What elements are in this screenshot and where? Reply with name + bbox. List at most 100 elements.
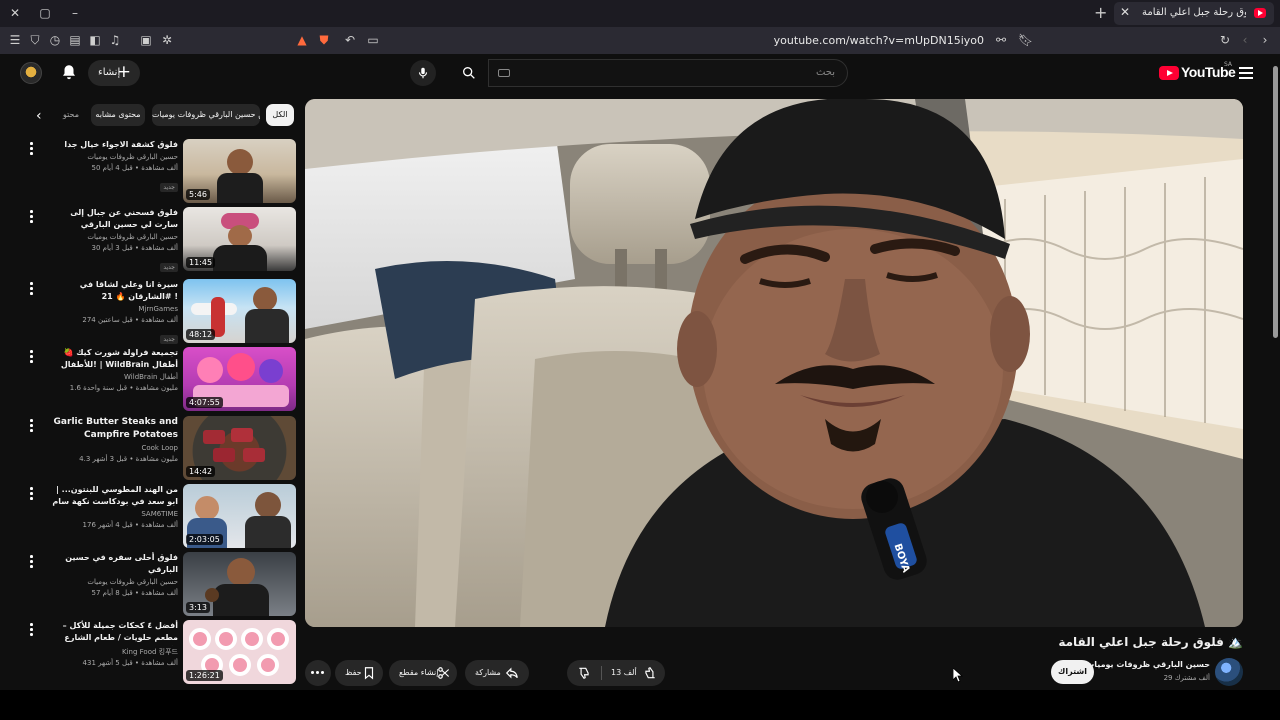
more-options-icon[interactable] bbox=[28, 419, 34, 432]
recommendation-item[interactable]: فلوق فسحني عن جبال إلى سارت لي حسين البا… bbox=[18, 207, 296, 272]
guide-menu-icon[interactable] bbox=[1239, 67, 1253, 79]
recommendation-title[interactable]: فلوق فسحني عن جبال إلى سارت لي حسين البا… bbox=[48, 207, 178, 231]
chip-similar[interactable]: محتوى مشابه bbox=[91, 104, 145, 126]
chip-partial[interactable]: محتو bbox=[60, 104, 82, 126]
browser-tab-active[interactable]: ✕ فلوق رحلة جبل اعلي القامة bbox=[1114, 2, 1274, 25]
recommendation-item[interactable]: 🍓 تجميعة فراولة شورت كيك للأطفال! | Wild… bbox=[18, 347, 296, 411]
address-bar[interactable]: ▲ ⛊ ↶ ▭ youtube.com/watch?v=mUpDN15iyo0 … bbox=[286, 30, 1038, 51]
window-close-icon[interactable]: ✕ bbox=[6, 4, 24, 22]
video-actions: 13 ألف مشاركة إنشاء مقطع حفظ bbox=[305, 660, 665, 686]
duration-badge: 5:46 bbox=[186, 189, 210, 200]
recommendation-title[interactable]: Garlic Butter Steaks and Campfire Potato… bbox=[48, 416, 178, 442]
back-icon[interactable]: ‹ bbox=[1238, 33, 1252, 47]
recommendation-channel[interactable]: SAM6TIME bbox=[48, 509, 178, 520]
recommendation-title[interactable]: أفضل ٤ كحكات جميلة للأكل – مطعم حلويات /… bbox=[48, 620, 178, 646]
extensions-icon[interactable]: ✲ bbox=[160, 33, 174, 47]
duration-badge: 14:42 bbox=[186, 466, 216, 477]
more-actions-button[interactable] bbox=[305, 660, 331, 686]
recommendation-channel[interactable]: Cook Loop bbox=[48, 443, 178, 454]
recommendation-thumbnail[interactable]: 2:03:05 bbox=[183, 484, 296, 548]
thumbs-up-icon bbox=[645, 667, 655, 679]
recommendation-channel[interactable]: King Food 킹푸드 bbox=[48, 647, 178, 658]
recommendation-title[interactable]: فلوق أحلى سفره في حسين البارقي bbox=[48, 552, 178, 576]
more-options-icon[interactable] bbox=[28, 282, 34, 295]
recommendation-item[interactable]: أفضل ٤ كحكات جميلة للأكل – مطعم حلويات /… bbox=[18, 620, 296, 684]
recommendation-title[interactable]: سيرة انا وعلي لشاقا في الشارقان 🔥 21# ! bbox=[48, 279, 178, 303]
more-options-icon[interactable] bbox=[28, 350, 34, 363]
bookmark-icon[interactable]: 🔖︎ bbox=[1018, 33, 1033, 47]
account-avatar[interactable] bbox=[20, 62, 42, 84]
recommendation-thumbnail[interactable]: 14:42 bbox=[183, 416, 296, 480]
share-button[interactable]: مشاركة bbox=[465, 660, 529, 686]
clip-button[interactable]: إنشاء مقطع bbox=[389, 660, 457, 686]
recommendation-stats: 4.3 مليون مشاهدة • قبل 3 أشهر bbox=[79, 455, 178, 463]
recommendation-title[interactable]: فلوق كشفة الاجواء خيال جدا bbox=[48, 139, 178, 151]
voice-search-button[interactable] bbox=[410, 60, 436, 86]
subscribe-button[interactable]: اشتراك bbox=[1051, 660, 1094, 684]
reload-icon[interactable]: ↻ bbox=[1218, 33, 1232, 47]
more-options-icon[interactable] bbox=[28, 623, 34, 636]
recommendation-item[interactable]: من الهند المطوسي للبنتون... | ابو سعد في… bbox=[18, 484, 296, 548]
reader-icon[interactable]: ▤ bbox=[68, 33, 82, 47]
tab-manager-icon[interactable]: ▣ bbox=[139, 33, 153, 47]
youtube-logo[interactable]: YouTube SA bbox=[1159, 61, 1236, 83]
forward-icon[interactable]: › bbox=[1258, 33, 1272, 47]
site-settings-icon[interactable]: ⚯ bbox=[994, 33, 1008, 47]
more-options-icon[interactable] bbox=[28, 555, 34, 568]
chip-from-channel[interactable]: من حسين البارقي ظروفات يوميات bbox=[152, 104, 260, 126]
recommendation-channel[interactable]: حسين البارقي ظروفات يوميات bbox=[48, 152, 178, 163]
tab-close-icon[interactable]: ✕ bbox=[1120, 5, 1130, 19]
recommendation-thumbnail[interactable]: 4:07:55 bbox=[183, 347, 296, 411]
shield-icon[interactable]: ⛉ bbox=[28, 33, 42, 47]
recommendation-channel[interactable]: WildBrain أطفال bbox=[48, 372, 178, 383]
url-text: youtube.com/watch?v=mUpDN15iyo0 bbox=[773, 34, 984, 47]
like-button[interactable]: 13 ألف bbox=[603, 660, 665, 686]
video-player[interactable]: BOYA bbox=[305, 99, 1243, 627]
channel-name[interactable]: حسين البارقي ظروفات يوميات bbox=[1086, 660, 1210, 669]
warning-icon[interactable]: ▲ bbox=[295, 33, 309, 47]
recommendation-stats: 30 ألف مشاهدة • قبل 3 أيام bbox=[91, 244, 178, 252]
notifications-bell-icon[interactable] bbox=[60, 63, 78, 81]
scissors-icon bbox=[438, 667, 450, 679]
save-button[interactable]: حفظ bbox=[335, 660, 383, 686]
recommendation-channel[interactable]: حسين البارقي ظروفات يوميات bbox=[48, 232, 178, 243]
window-minimize-icon[interactable]: – bbox=[66, 4, 84, 22]
search-button[interactable] bbox=[450, 59, 488, 87]
recommendation-thumbnail[interactable]: 11:45 bbox=[183, 207, 296, 271]
recommendation-title[interactable]: 🍓 تجميعة فراولة شورت كيك للأطفال! | Wild… bbox=[48, 347, 178, 371]
more-options-icon[interactable] bbox=[28, 142, 34, 155]
search-input[interactable]: بحث bbox=[488, 59, 848, 87]
more-options-icon[interactable] bbox=[28, 487, 34, 500]
channel-avatar[interactable] bbox=[1215, 658, 1243, 686]
dislike-button[interactable] bbox=[567, 660, 601, 686]
keyboard-icon[interactable] bbox=[498, 69, 510, 77]
recommendation-channel[interactable]: حسين البارقي ظروفات يوميات bbox=[48, 577, 178, 588]
more-options-icon[interactable] bbox=[28, 210, 34, 223]
recommendation-thumbnail[interactable]: 3:13 bbox=[183, 552, 296, 616]
share-label: مشاركة bbox=[475, 668, 501, 677]
cast-icon[interactable]: ▭ bbox=[366, 33, 380, 47]
share-icon[interactable]: ↶ bbox=[343, 33, 357, 47]
window-maximize-icon[interactable]: ▢ bbox=[36, 4, 54, 22]
bookmark-icon bbox=[364, 667, 374, 680]
recommendation-item[interactable]: سيرة انا وعلي لشاقا في الشارقان 🔥 21# ! … bbox=[18, 279, 296, 344]
chevron-left-icon[interactable]: ‹ bbox=[36, 108, 48, 124]
menu-icon[interactable]: ☰ bbox=[8, 33, 22, 47]
sidebar-icon[interactable]: ◧ bbox=[88, 33, 102, 47]
history-icon[interactable]: ◷ bbox=[48, 33, 62, 47]
recommendation-thumbnail[interactable]: 1:26:21 bbox=[183, 620, 296, 684]
recommendation-thumbnail[interactable]: 48:12 bbox=[183, 279, 296, 343]
scrollbar-thumb[interactable] bbox=[1273, 66, 1278, 338]
recommendation-item[interactable]: Garlic Butter Steaks and Campfire Potato… bbox=[18, 416, 296, 480]
recommendation-title[interactable]: من الهند المطوسي للبنتون... | ابو سعد في… bbox=[48, 484, 178, 508]
recommendation-channel[interactable]: MjrnGames bbox=[48, 304, 178, 315]
new-tab-icon[interactable]: + bbox=[1094, 3, 1107, 22]
music-icon[interactable]: ♫ bbox=[108, 33, 122, 47]
create-button[interactable]: إنشاء + bbox=[88, 60, 140, 86]
page-scrollbar[interactable] bbox=[1271, 54, 1280, 690]
recommendation-item[interactable]: فلوق كشفة الاجواء خيال جدا حسين البارقي … bbox=[18, 139, 296, 203]
brave-shield-icon[interactable]: ⛊ bbox=[317, 33, 331, 47]
recommendation-thumbnail[interactable]: 5:46 bbox=[183, 139, 296, 203]
chip-all[interactable]: الكل bbox=[266, 104, 294, 126]
recommendation-item[interactable]: فلوق أحلى سفره في حسين البارقي حسين البا… bbox=[18, 552, 296, 616]
